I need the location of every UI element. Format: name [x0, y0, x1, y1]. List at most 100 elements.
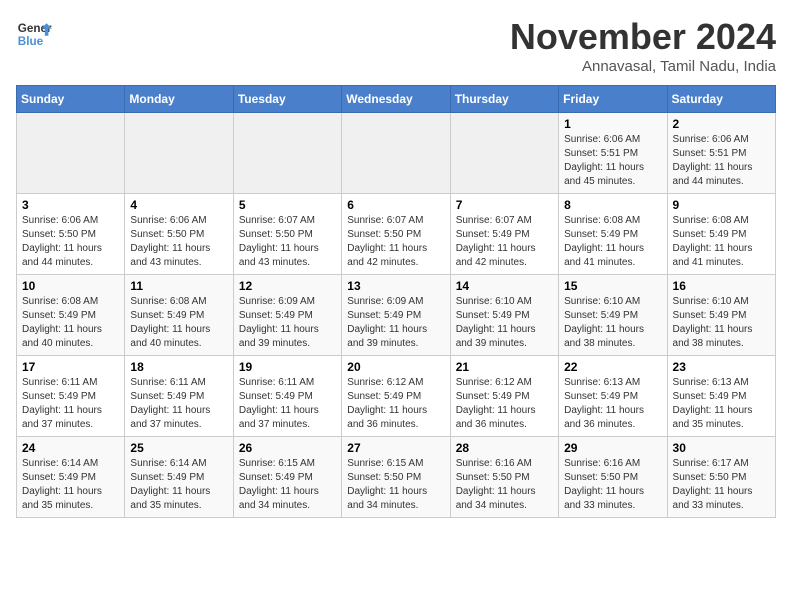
- weekday-header: Monday: [125, 86, 233, 113]
- logo-icon: General Blue: [16, 16, 52, 52]
- calendar-cell: 22Sunrise: 6:13 AM Sunset: 5:49 PM Dayli…: [559, 356, 667, 437]
- day-info: Sunrise: 6:08 AM Sunset: 5:49 PM Dayligh…: [22, 295, 119, 351]
- weekday-header: Wednesday: [342, 86, 450, 113]
- calendar-cell: 28 Sunrise: 6:16 AM Sunset: 5:50 PM Dayli…: [450, 437, 558, 518]
- day-number: 23: [673, 360, 770, 374]
- logo: General Blue: [16, 16, 52, 52]
- calendar-cell: 24Sunrise: 6:14 AM Sunset: 5:49 PM Dayli…: [17, 437, 125, 518]
- day-info: Sunrise: 6:16 AM Sunset: 5:50 PM Dayligh…: [564, 457, 661, 513]
- day-number: 28: [456, 441, 553, 455]
- day-info: Sunrise: 6:14 AM Sunset: 5:49 PM Dayligh…: [22, 457, 119, 513]
- calendar-header: SundayMondayTuesdayWednesdayThursdayFrid…: [17, 86, 776, 113]
- day-info: Sunrise: 6:17 AM Sunset: 5:50 PM Dayligh…: [673, 457, 770, 513]
- day-number: 2: [673, 117, 770, 131]
- day-info: Sunrise: 6:11 AM Sunset: 5:49 PM Dayligh…: [22, 376, 119, 432]
- calendar-cell: 30Sunrise: 6:17 AM Sunset: 5:50 PM Dayli…: [667, 437, 775, 518]
- day-number: 10: [22, 279, 119, 293]
- day-info: Sunrise: 6:08 AM Sunset: 5:49 PM Dayligh…: [673, 214, 770, 270]
- day-info: Sunrise: 6:10 AM Sunset: 5:49 PM Dayligh…: [564, 295, 661, 351]
- calendar-cell: 3 Sunrise: 6:06 AM Sunset: 5:50 PM Daylig…: [17, 194, 125, 275]
- calendar-cell: [342, 113, 450, 194]
- calendar-cell: 1Sunrise: 6:06 AM Sunset: 5:51 PM Daylig…: [559, 113, 667, 194]
- day-info: Sunrise: 6:10 AM Sunset: 5:49 PM Dayligh…: [673, 295, 770, 351]
- weekday-header: Friday: [559, 86, 667, 113]
- day-number: 19: [239, 360, 336, 374]
- day-number: 7: [456, 198, 553, 212]
- day-number: 5: [239, 198, 336, 212]
- weekday-header: Saturday: [667, 86, 775, 113]
- day-info: Sunrise: 6:12 AM Sunset: 5:49 PM Dayligh…: [456, 376, 553, 432]
- day-number: 11: [130, 279, 227, 293]
- day-number: 3: [22, 198, 119, 212]
- day-number: 14: [456, 279, 553, 293]
- day-number: 17: [22, 360, 119, 374]
- calendar-cell: [450, 113, 558, 194]
- calendar-week-row: 17 Sunrise: 6:11 AM Sunset: 5:49 PM Dayli…: [17, 356, 776, 437]
- calendar-cell: 2Sunrise: 6:06 AM Sunset: 5:51 PM Daylig…: [667, 113, 775, 194]
- title-section: November 2024 Annavasal, Tamil Nadu, Ind…: [510, 16, 776, 75]
- calendar-cell: 29 Sunrise: 6:16 AM Sunset: 5:50 PM Dayli…: [559, 437, 667, 518]
- day-info: Sunrise: 6:14 AM Sunset: 5:49 PM Dayligh…: [130, 457, 227, 513]
- day-info: Sunrise: 6:11 AM Sunset: 5:49 PM Dayligh…: [130, 376, 227, 432]
- calendar-week-row: 24Sunrise: 6:14 AM Sunset: 5:49 PM Dayli…: [17, 437, 776, 518]
- calendar-cell: 21 Sunrise: 6:12 AM Sunset: 5:49 PM Dayli…: [450, 356, 558, 437]
- calendar-week-row: 1Sunrise: 6:06 AM Sunset: 5:51 PM Daylig…: [17, 113, 776, 194]
- day-info: Sunrise: 6:13 AM Sunset: 5:49 PM Dayligh…: [673, 376, 770, 432]
- calendar-cell: 6 Sunrise: 6:07 AM Sunset: 5:50 PM Daylig…: [342, 194, 450, 275]
- calendar-cell: 20Sunrise: 6:12 AM Sunset: 5:49 PM Dayli…: [342, 356, 450, 437]
- day-number: 9: [673, 198, 770, 212]
- calendar-cell: 26Sunrise: 6:15 AM Sunset: 5:49 PM Dayli…: [233, 437, 341, 518]
- day-info: Sunrise: 6:06 AM Sunset: 5:50 PM Dayligh…: [22, 214, 119, 270]
- day-info: Sunrise: 6:12 AM Sunset: 5:49 PM Dayligh…: [347, 376, 444, 432]
- calendar-cell: [125, 113, 233, 194]
- calendar-cell: 8 Sunrise: 6:08 AM Sunset: 5:49 PM Daylig…: [559, 194, 667, 275]
- calendar-cell: 11 Sunrise: 6:08 AM Sunset: 5:49 PM Dayli…: [125, 275, 233, 356]
- day-number: 16: [673, 279, 770, 293]
- day-number: 4: [130, 198, 227, 212]
- page-header: General Blue November 2024 Annavasal, Ta…: [16, 16, 776, 75]
- calendar-cell: [17, 113, 125, 194]
- day-info: Sunrise: 6:16 AM Sunset: 5:50 PM Dayligh…: [456, 457, 553, 513]
- day-info: Sunrise: 6:07 AM Sunset: 5:50 PM Dayligh…: [239, 214, 336, 270]
- day-info: Sunrise: 6:06 AM Sunset: 5:51 PM Dayligh…: [564, 133, 661, 189]
- calendar-cell: 12Sunrise: 6:09 AM Sunset: 5:49 PM Dayli…: [233, 275, 341, 356]
- day-number: 21: [456, 360, 553, 374]
- day-info: Sunrise: 6:08 AM Sunset: 5:49 PM Dayligh…: [564, 214, 661, 270]
- day-number: 12: [239, 279, 336, 293]
- day-info: Sunrise: 6:07 AM Sunset: 5:49 PM Dayligh…: [456, 214, 553, 270]
- calendar-cell: 27 Sunrise: 6:15 AM Sunset: 5:50 PM Dayli…: [342, 437, 450, 518]
- day-info: Sunrise: 6:11 AM Sunset: 5:49 PM Dayligh…: [239, 376, 336, 432]
- calendar-cell: 15 Sunrise: 6:10 AM Sunset: 5:49 PM Dayli…: [559, 275, 667, 356]
- weekday-header: Thursday: [450, 86, 558, 113]
- calendar-cell: 13Sunrise: 6:09 AM Sunset: 5:49 PM Dayli…: [342, 275, 450, 356]
- calendar-cell: 19 Sunrise: 6:11 AM Sunset: 5:49 PM Dayli…: [233, 356, 341, 437]
- day-number: 22: [564, 360, 661, 374]
- weekday-row: SundayMondayTuesdayWednesdayThursdayFrid…: [17, 86, 776, 113]
- day-number: 8: [564, 198, 661, 212]
- weekday-header: Tuesday: [233, 86, 341, 113]
- calendar-cell: 16 Sunrise: 6:10 AM Sunset: 5:49 PM Dayli…: [667, 275, 775, 356]
- location: Annavasal, Tamil Nadu, India: [510, 58, 776, 75]
- month-title: November 2024: [510, 16, 776, 58]
- day-number: 6: [347, 198, 444, 212]
- day-info: Sunrise: 6:07 AM Sunset: 5:50 PM Dayligh…: [347, 214, 444, 270]
- day-info: Sunrise: 6:09 AM Sunset: 5:49 PM Dayligh…: [347, 295, 444, 351]
- calendar-cell: 25 Sunrise: 6:14 AM Sunset: 5:49 PM Dayli…: [125, 437, 233, 518]
- svg-text:Blue: Blue: [18, 35, 44, 48]
- day-info: Sunrise: 6:06 AM Sunset: 5:50 PM Dayligh…: [130, 214, 227, 270]
- day-number: 26: [239, 441, 336, 455]
- calendar-week-row: 3 Sunrise: 6:06 AM Sunset: 5:50 PM Daylig…: [17, 194, 776, 275]
- calendar-cell: 7 Sunrise: 6:07 AM Sunset: 5:49 PM Daylig…: [450, 194, 558, 275]
- day-info: Sunrise: 6:08 AM Sunset: 5:49 PM Dayligh…: [130, 295, 227, 351]
- day-number: 27: [347, 441, 444, 455]
- weekday-header: Sunday: [17, 86, 125, 113]
- calendar-cell: 18 Sunrise: 6:11 AM Sunset: 5:49 PM Dayli…: [125, 356, 233, 437]
- day-number: 29: [564, 441, 661, 455]
- calendar-body: 1Sunrise: 6:06 AM Sunset: 5:51 PM Daylig…: [17, 113, 776, 518]
- day-number: 18: [130, 360, 227, 374]
- calendar-cell: 23 Sunrise: 6:13 AM Sunset: 5:49 PM Dayli…: [667, 356, 775, 437]
- calendar-week-row: 10 Sunrise: 6:08 AM Sunset: 5:49 PM Dayli…: [17, 275, 776, 356]
- day-number: 15: [564, 279, 661, 293]
- day-info: Sunrise: 6:15 AM Sunset: 5:50 PM Dayligh…: [347, 457, 444, 513]
- day-number: 25: [130, 441, 227, 455]
